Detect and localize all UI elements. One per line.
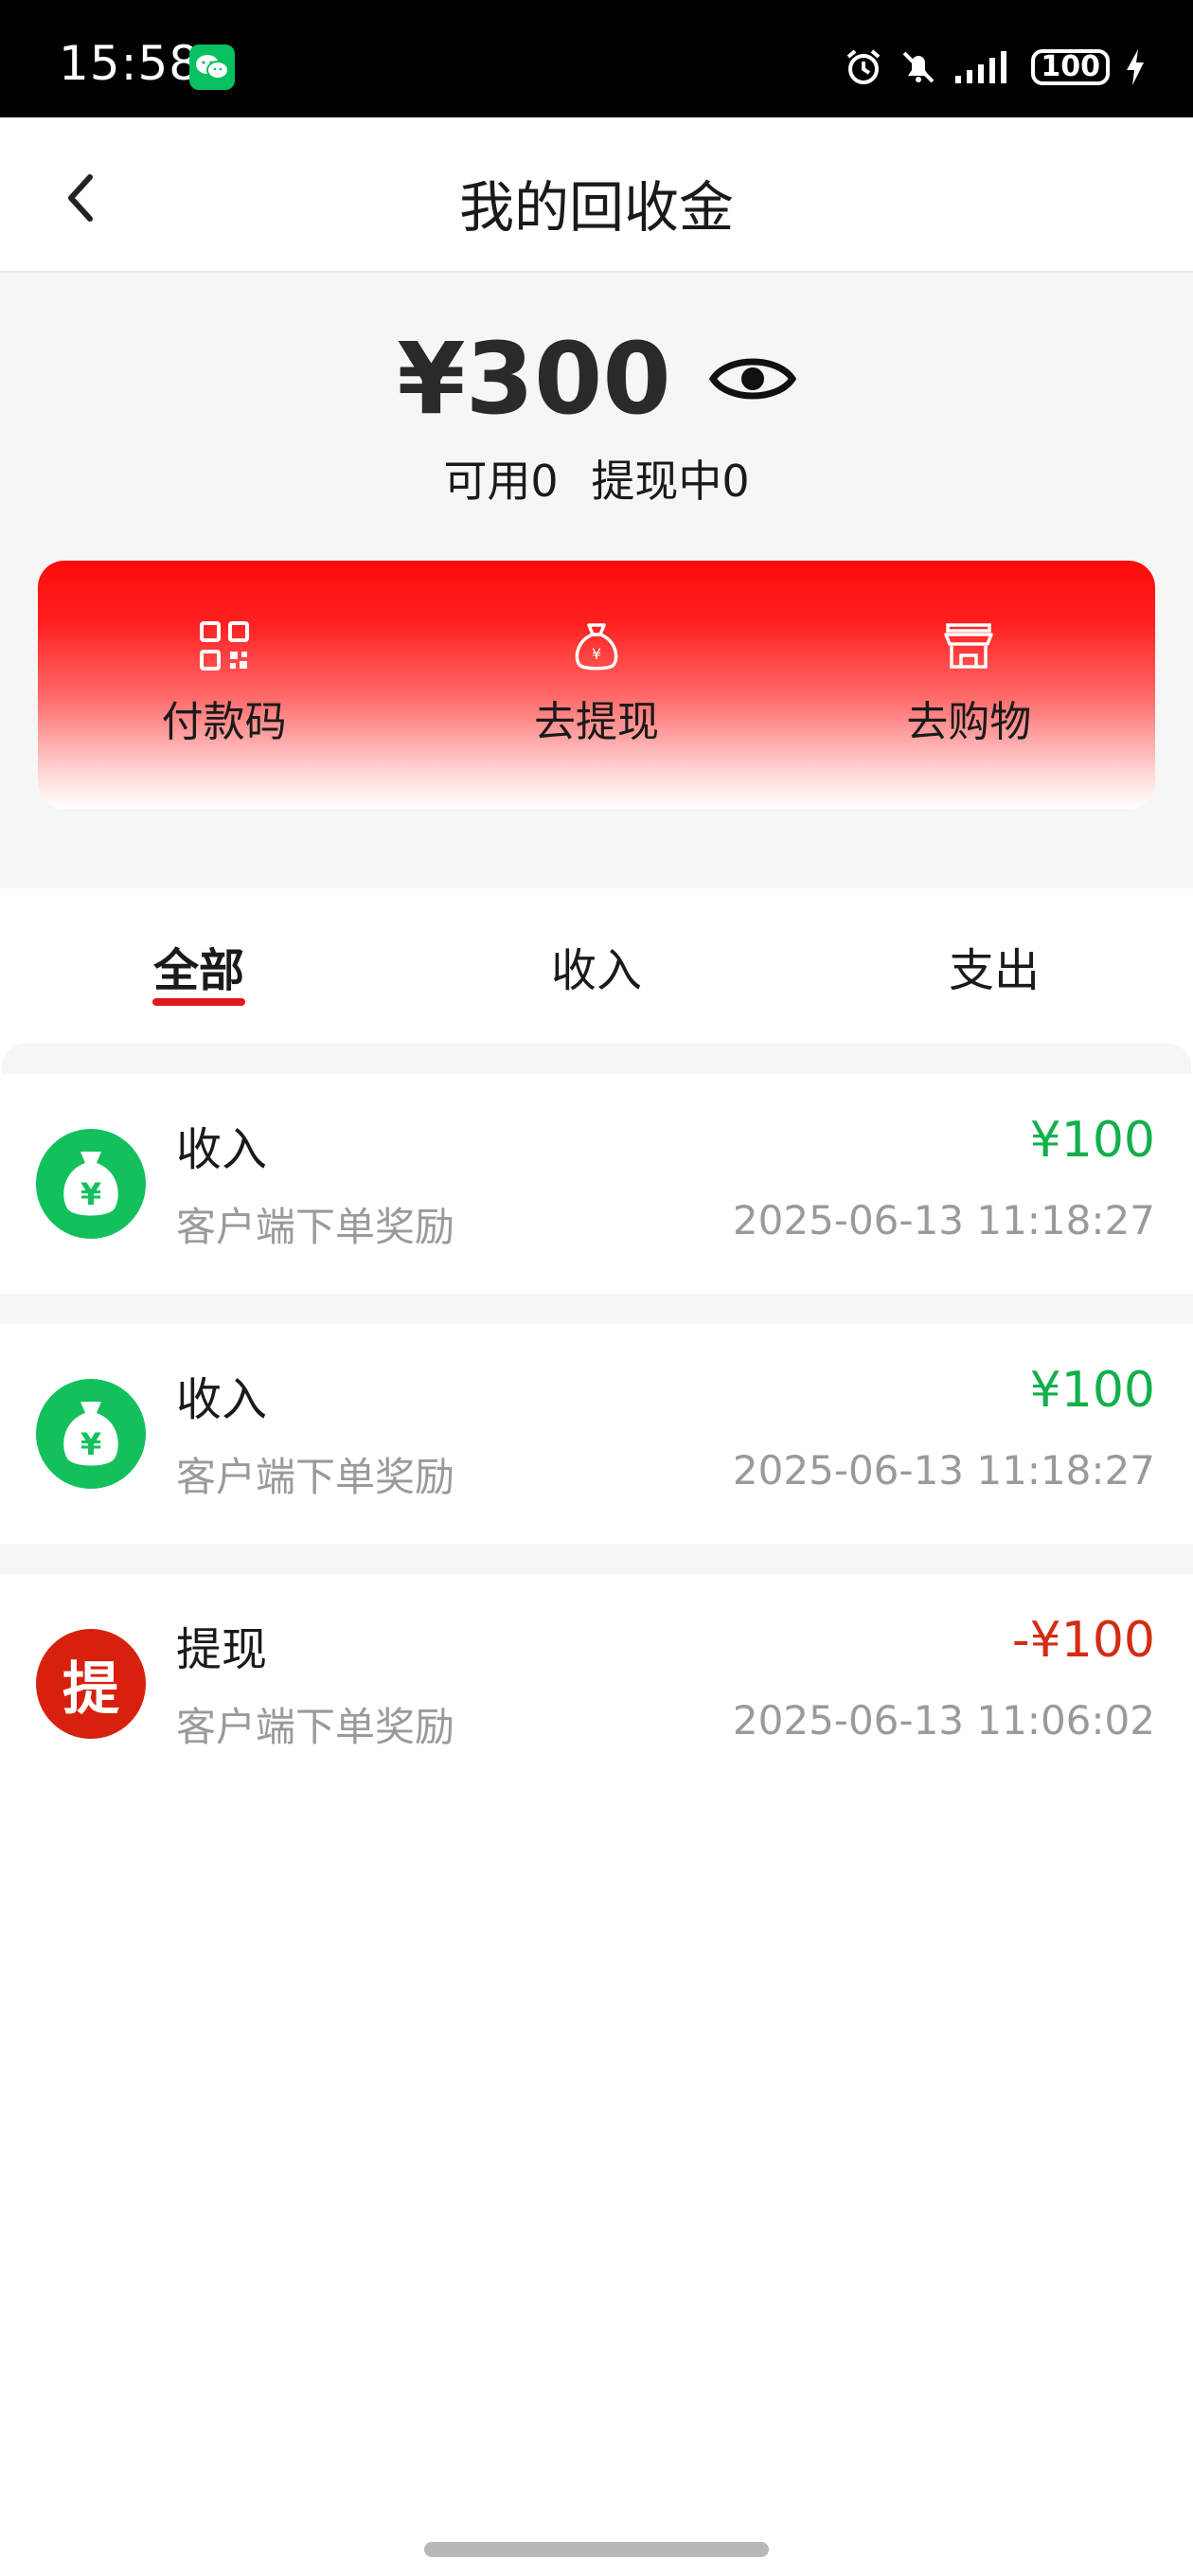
list-item[interactable]: ¥ 收入 客户端下单奖励 ¥100 2025-06-13 11:18:27 [0,1324,1193,1544]
status-time: 15:58 [59,36,201,91]
action-label: 付款码 [161,698,287,746]
transaction-title: 收入 [176,1373,268,1426]
available-balance: 可用0 [443,456,559,507]
transaction-time: 2025-06-13 11:06:02 [732,1697,1155,1744]
wechat-icon [189,45,235,90]
transaction-desc: 客户端下单奖励 [176,1704,455,1750]
list-divider [0,1294,1193,1324]
tab-label: 支出 [948,944,1040,997]
list-item[interactable]: 提 提现 客户端下单奖励 -¥100 2025-06-13 11:06:02 [0,1574,1193,1794]
withdrawing-balance: 提现中0 [591,456,750,507]
svg-text:¥: ¥ [80,1426,101,1462]
go-shopping-button[interactable]: 去购物 [783,561,1155,809]
bell-off-icon [902,51,935,83]
toggle-visibility-button[interactable] [708,350,796,407]
status-icons: 100 [844,44,1146,91]
transaction-time: 2025-06-13 11:18:27 [732,1197,1155,1243]
list-divider [2,1044,1191,1074]
tab-label: 全部 [152,944,244,997]
status-bar: 15:58 100 [0,0,1193,117]
active-tab-indicator [152,998,245,1006]
money-bag-icon: ¥ [36,1379,146,1489]
action-label: 去购物 [906,698,1032,746]
transaction-amount: -¥100 [1011,1612,1155,1669]
money-bag-icon: ¥ [36,1129,146,1239]
alarm-icon [847,49,881,84]
list-divider [0,1544,1193,1574]
money-bag-icon: ¥ [575,623,618,671]
page-title: 我的回收金 [458,175,734,240]
transaction-list: ¥ 收入 客户端下单奖励 ¥100 2025-06-13 11:18:27 ¥ … [0,1044,1193,2464]
transaction-title: 提现 [176,1623,268,1676]
transaction-time: 2025-06-13 11:18:27 [732,1447,1155,1494]
transaction-amount: ¥100 [1029,1112,1155,1169]
action-label: 去提现 [533,698,659,746]
payment-code-button[interactable]: 付款码 [38,561,410,809]
list-item[interactable]: ¥ 收入 客户端下单奖励 ¥100 2025-06-13 11:18:27 [0,1074,1193,1294]
balance-summary: ¥300 可用0 提现中0 付款码 ¥ 去提现 去购物 [0,273,1193,888]
transaction-desc: 客户端下单奖励 [176,1454,455,1500]
eye-icon [708,358,796,400]
filter-tabs: 全部 收入 支出 [0,888,1193,1044]
battery-icon: 100 [1031,49,1110,85]
tab-all[interactable]: 全部 [0,888,398,1044]
signal-icon [955,51,1007,83]
tab-label: 收入 [550,944,642,997]
nav-header: 我的回收金 [0,117,1193,273]
tab-income[interactable]: 收入 [398,888,795,1044]
qrcode-icon [199,621,249,671]
transaction-title: 收入 [176,1123,268,1176]
withdraw-button[interactable]: ¥ 去提现 [410,561,782,809]
sub-balances: 可用0 提现中0 [0,447,1193,510]
transaction-desc: 客户端下单奖励 [176,1204,455,1250]
home-indicator[interactable] [424,2542,769,2557]
tab-expense[interactable]: 支出 [795,888,1193,1044]
charging-icon [1127,49,1144,85]
svg-text:¥: ¥ [80,1176,101,1212]
store-icon [944,623,994,669]
withdraw-badge-icon: 提 [36,1629,146,1739]
transaction-amount: ¥100 [1029,1362,1155,1419]
svg-text:¥: ¥ [592,645,601,663]
balance-amount: ¥300 [397,321,671,437]
actions-card: 付款码 ¥ 去提现 去购物 [38,561,1155,809]
